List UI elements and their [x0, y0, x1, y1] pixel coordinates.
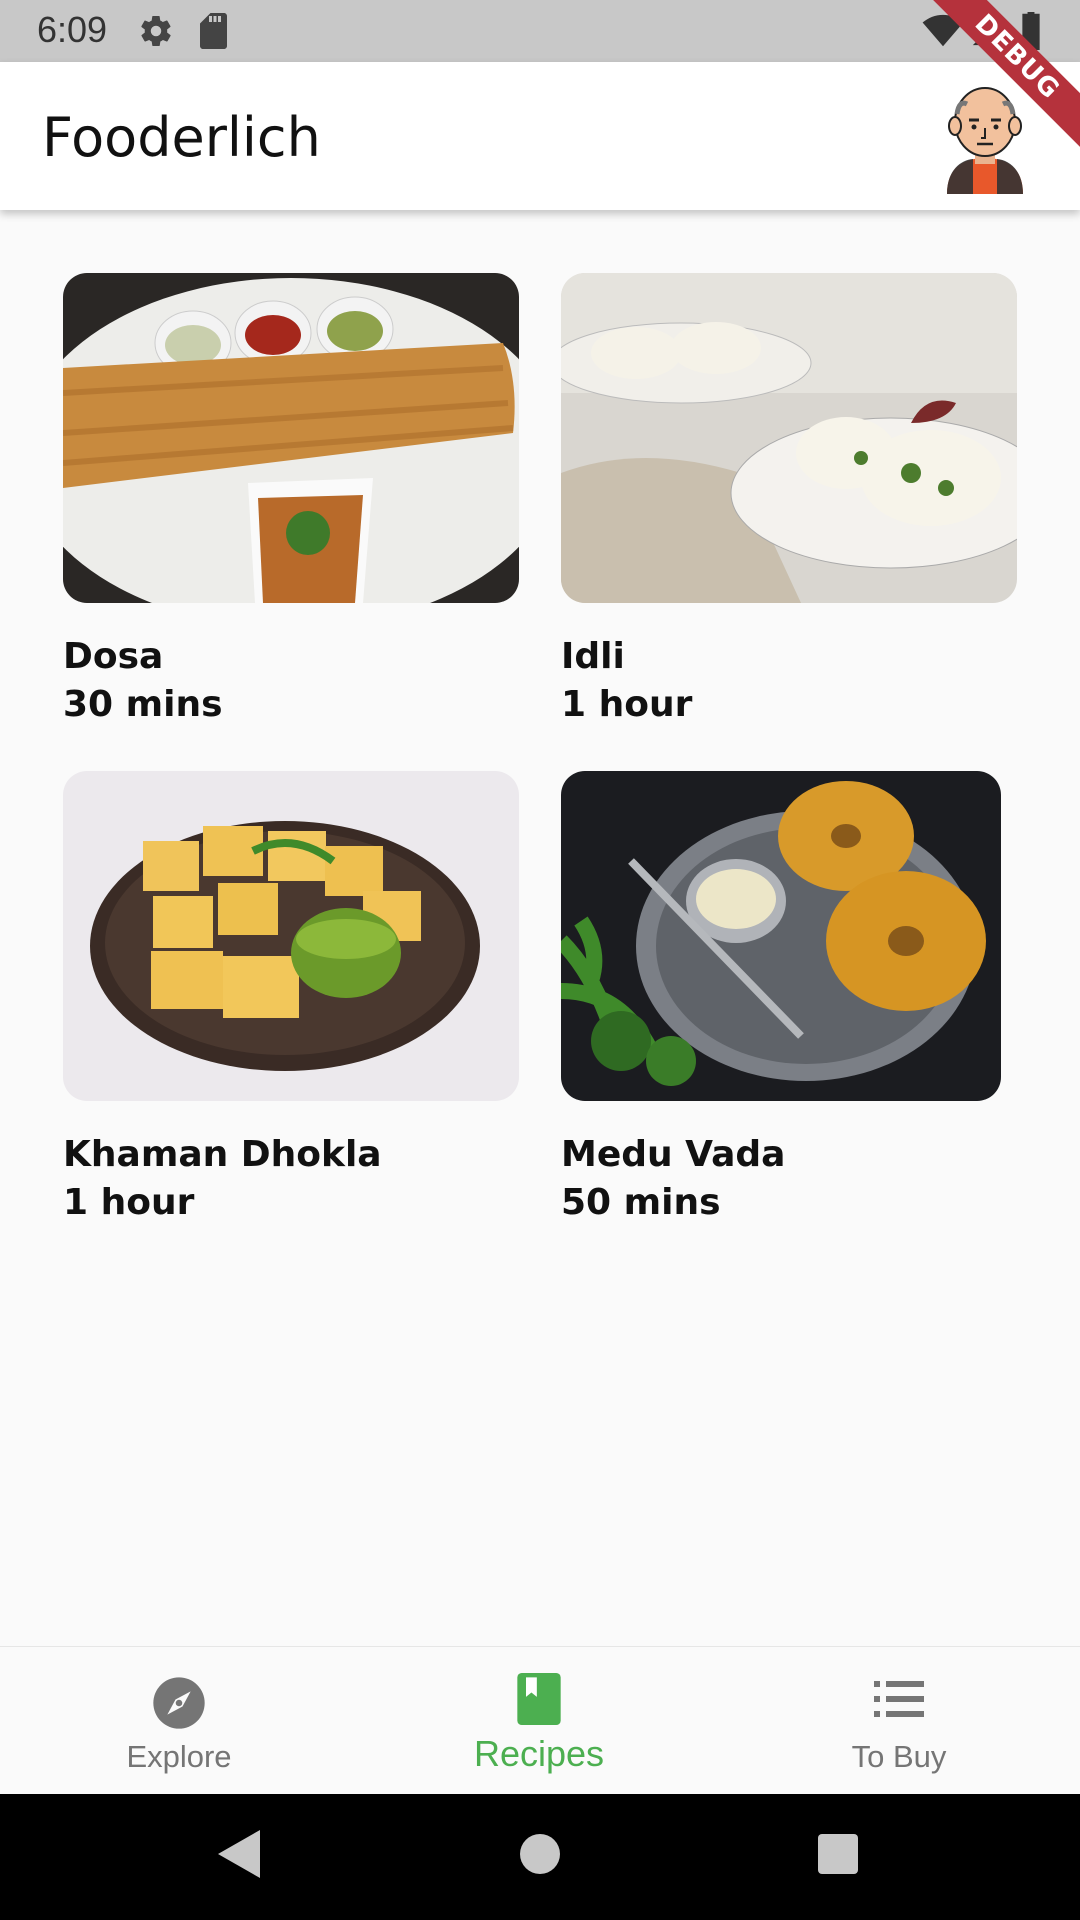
- medu-vada-photo: [561, 771, 1001, 1101]
- battery-icon: [1022, 12, 1040, 50]
- nav-label: Recipes: [473, 1733, 605, 1774]
- status-bar: 6:09: [0, 0, 1080, 62]
- recipe-title: Idli: [561, 636, 625, 677]
- recipe-card-dosa[interactable]: Dosa 30 mins: [63, 273, 519, 729]
- list-icon: [874, 1681, 924, 1717]
- recipe-card-idli[interactable]: Idli 1 hour: [561, 273, 1017, 729]
- recipe-duration: 1 hour: [63, 1182, 195, 1223]
- sd-card-icon: [200, 13, 227, 49]
- recipe-card-medu-vada[interactable]: Medu Vada 50 mins: [561, 771, 1001, 1227]
- idli-photo: [561, 273, 1017, 603]
- nav-item-explore[interactable]: Explore: [29, 1647, 329, 1795]
- android-nav-bar: [0, 1794, 1080, 1920]
- recipe-title: Khaman Dhokla: [63, 1134, 382, 1175]
- screen: 6:09 Fooderlich DEBUG Dosa 30 mins Idli …: [0, 0, 1080, 1920]
- recipe-card-khaman-dhokla[interactable]: Khaman Dhokla 1 hour: [63, 771, 519, 1227]
- khaman-dhokla-photo: [63, 771, 519, 1101]
- book-icon: [517, 1673, 561, 1725]
- app-bar: Fooderlich: [0, 62, 1080, 210]
- recipe-title: Dosa: [63, 636, 164, 677]
- app-title: Fooderlich: [42, 106, 321, 169]
- recents-icon[interactable]: [818, 1834, 858, 1874]
- home-icon[interactable]: [520, 1834, 560, 1874]
- recipe-title: Medu Vada: [561, 1134, 786, 1175]
- recipe-duration: 1 hour: [561, 684, 693, 725]
- recipe-duration: 50 mins: [561, 1182, 721, 1223]
- status-time: 6:09: [37, 9, 108, 50]
- wifi-icon: [922, 14, 964, 47]
- compass-icon: [153, 1677, 205, 1729]
- nav-item-to-buy[interactable]: To Buy: [749, 1647, 1049, 1795]
- gear-icon: [141, 15, 171, 47]
- nav-label: Explore: [126, 1739, 232, 1774]
- nav-item-recipes[interactable]: Recipes: [389, 1647, 689, 1795]
- nav-label: To Buy: [851, 1739, 947, 1774]
- dosa-photo: [63, 273, 519, 603]
- recipe-duration: 30 mins: [63, 684, 223, 725]
- back-icon[interactable]: [218, 1830, 260, 1878]
- bottom-nav: Explore Recipes To Buy: [0, 1646, 1080, 1794]
- profile-avatar[interactable]: [935, 80, 1035, 194]
- signal-icon: [972, 16, 1002, 46]
